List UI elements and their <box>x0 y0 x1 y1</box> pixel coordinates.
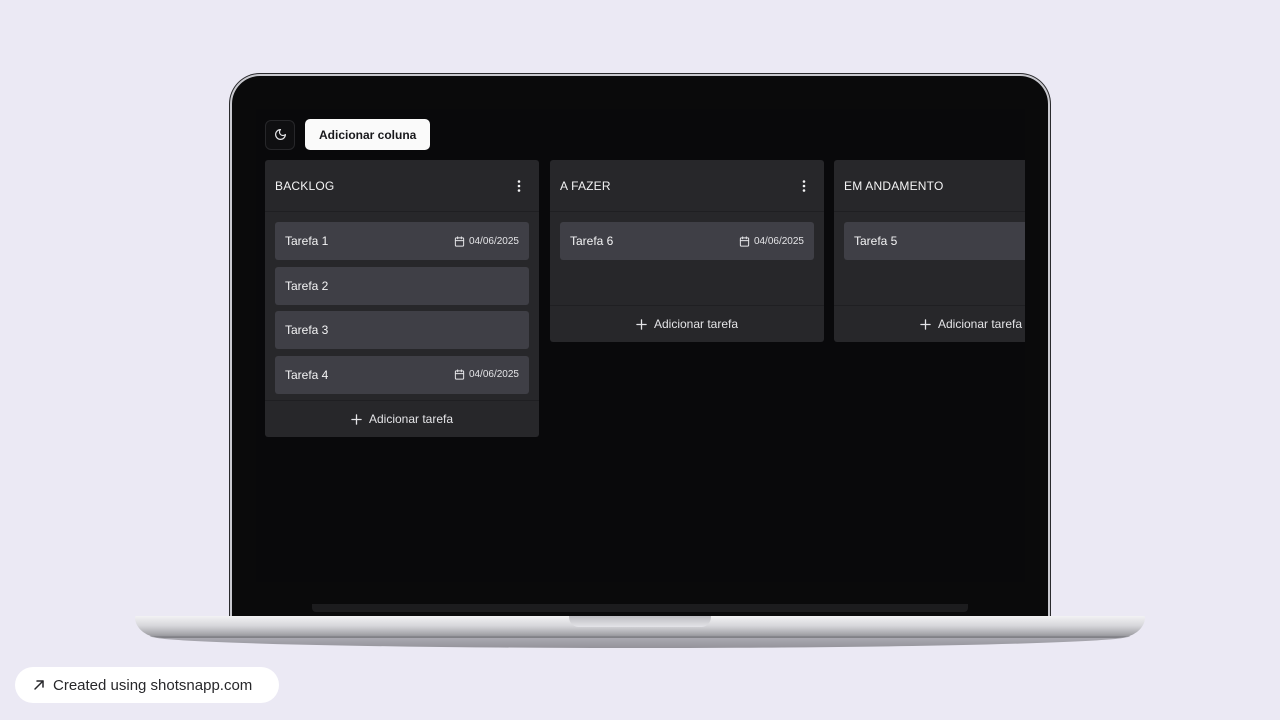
column-menu-button[interactable] <box>509 176 529 196</box>
task-date-text: 04/06/2025 <box>468 235 519 247</box>
created-using-badge[interactable]: Created using shotsnapp.com <box>15 667 279 703</box>
column-header: EM ANDAMENTO <box>834 160 1025 212</box>
task-due-date: 04/06/2025 <box>454 369 519 380</box>
plus-icon <box>636 318 647 330</box>
laptop-hinge <box>312 604 968 612</box>
laptop-notch <box>569 616 711 627</box>
plus-icon <box>920 318 931 330</box>
more-vertical-icon <box>802 179 806 192</box>
app-screen: Adicionar coluna BACKLOG Tarefa 1 04/06/… <box>256 109 1025 582</box>
task-date-text: 04/06/2025 <box>753 235 804 247</box>
task-title: Tarefa 2 <box>285 278 329 293</box>
task-card[interactable]: Tarefa 1 04/06/2025 <box>275 222 529 260</box>
task-due-date: 04/06/2025 <box>739 236 804 247</box>
task-card[interactable]: Tarefa 6 04/06/2025 <box>560 222 814 260</box>
task-title: Tarefa 6 <box>570 234 614 248</box>
column-title: EM ANDAMENTO <box>844 178 944 193</box>
column-title: BACKLOG <box>275 178 335 193</box>
moon-icon <box>274 129 286 140</box>
task-date-text: 04/06/2025 <box>468 369 519 381</box>
add-task-label: Adicionar tarefa <box>937 317 1023 331</box>
calendar-icon <box>454 369 465 380</box>
column-header: A FAZER <box>550 160 824 212</box>
theme-toggle-button[interactable] <box>265 119 295 150</box>
laptop-base-shadow <box>150 636 1130 648</box>
column-title: A FAZER <box>560 178 611 193</box>
column-menu-button[interactable] <box>794 176 814 196</box>
toolbar: Adicionar coluna <box>265 119 431 150</box>
task-card[interactable]: Tarefa 2 <box>275 266 529 305</box>
column-header: BACKLOG <box>265 160 539 212</box>
column-body: Tarefa 1 04/06/2025 Tarefa 2 Tarefa 3 Ta… <box>265 212 539 394</box>
column-a-fazer: A FAZER Tarefa 6 04/06/2025 Adicionar ta… <box>550 160 824 342</box>
column-body: Tarefa 6 04/06/2025 <box>550 212 824 305</box>
task-title: Tarefa 1 <box>285 234 329 248</box>
add-task-label: Adicionar tarefa <box>653 317 739 331</box>
plus-icon <box>351 414 362 425</box>
task-card[interactable]: Tarefa 5 <box>844 222 1025 260</box>
task-card[interactable]: Tarefa 4 04/06/2025 <box>275 355 529 394</box>
add-task-button[interactable]: Adicionar tarefa <box>265 400 539 437</box>
add-task-label: Adicionar tarefa <box>368 412 454 427</box>
arrow-up-right-icon <box>34 680 44 690</box>
column-em-andamento: EM ANDAMENTO Tarefa 5 Adicionar tarefa <box>834 160 1025 342</box>
calendar-icon <box>739 235 750 247</box>
more-vertical-icon <box>517 179 521 192</box>
task-card[interactable]: Tarefa 3 <box>275 311 529 350</box>
calendar-icon <box>454 235 465 247</box>
add-task-button[interactable]: Adicionar tarefa <box>550 305 824 342</box>
add-task-button[interactable]: Adicionar tarefa <box>834 305 1025 342</box>
task-title: Tarefa 3 <box>285 323 329 338</box>
task-title: Tarefa 5 <box>854 234 898 248</box>
column-body: Tarefa 5 <box>834 212 1025 305</box>
credit-text: Created using shotsnapp.com <box>53 676 253 694</box>
column-backlog: BACKLOG Tarefa 1 04/06/2025 Tarefa 2 Tar… <box>265 160 539 438</box>
task-due-date: 04/06/2025 <box>454 236 519 247</box>
add-column-button[interactable]: Adicionar coluna <box>305 119 431 150</box>
task-title: Tarefa 4 <box>285 367 329 382</box>
